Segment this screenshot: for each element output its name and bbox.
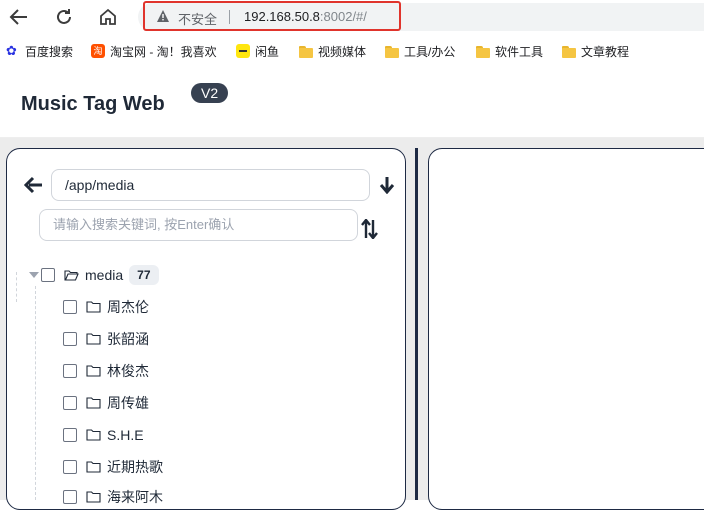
bookmark-baidu[interactable]: ✿ 百度搜索: [6, 42, 73, 60]
tree-label: 张韶涵: [107, 331, 149, 347]
bookmark-folder-tools[interactable]: 工具/办公: [385, 42, 455, 60]
folder-icon: [86, 333, 101, 345]
home-icon[interactable]: [96, 6, 120, 28]
url-host: 192.168.50.8: [244, 9, 320, 24]
browser-toolbar: 不安全 192.168.50.8:8002/#/: [0, 0, 704, 34]
taobao-icon: 淘: [91, 44, 105, 58]
tree-label: 林俊杰: [107, 363, 149, 379]
bookmark-label: 软件工具: [495, 44, 544, 59]
bookmark-label: 文章教程: [581, 44, 630, 59]
bookmark-label: 视频媒体: [318, 44, 367, 59]
folder-icon: [86, 397, 101, 409]
checkbox[interactable]: [63, 490, 77, 504]
folder-icon: [86, 365, 101, 377]
bookmark-folder-articles[interactable]: 文章教程: [562, 42, 629, 60]
bookmark-label: 闲鱼: [255, 44, 280, 59]
tree-row-child[interactable]: S.H.E: [63, 424, 144, 446]
checkbox[interactable]: [63, 364, 77, 378]
app-header: Music Tag Web V2: [0, 68, 704, 138]
back-arrow-icon[interactable]: [24, 176, 44, 194]
detail-panel: [428, 148, 704, 510]
tree-label: S.H.E: [107, 427, 144, 443]
app-title: Music Tag Web: [21, 93, 165, 115]
tree-label: media: [85, 267, 124, 283]
down-arrow-icon[interactable]: [378, 176, 396, 194]
baidu-icon: ✿: [6, 43, 17, 58]
security-label[interactable]: 不安全: [178, 9, 217, 28]
tree-label: 近期热歌: [107, 459, 163, 475]
checkbox[interactable]: [63, 460, 77, 474]
path-input[interactable]: /app/media: [51, 169, 370, 201]
bookmark-taobao[interactable]: 淘淘宝网 - 淘！我喜欢: [91, 42, 217, 60]
tree-row-child[interactable]: 周传雄: [63, 392, 149, 414]
checkbox[interactable]: [63, 300, 77, 314]
bookmark-label: 工具/办公: [404, 44, 456, 59]
folder-icon: [86, 429, 101, 441]
folder-icon: [86, 491, 101, 503]
tree-row-child[interactable]: 张韶涵: [63, 328, 149, 350]
tree-row-child[interactable]: 近期热歌: [63, 456, 163, 478]
sort-icon[interactable]: [361, 219, 379, 239]
bookmark-xianyu[interactable]: 闲鱼: [236, 42, 279, 60]
folder-icon: [562, 44, 576, 58]
checkbox[interactable]: [41, 268, 55, 282]
checkbox[interactable]: [63, 332, 77, 346]
bookmark-label: 百度搜索: [25, 44, 74, 59]
version-badge: V2: [191, 83, 229, 103]
reload-icon[interactable]: [52, 6, 76, 28]
folder-icon: [299, 44, 313, 58]
checkbox[interactable]: [63, 428, 77, 442]
tree-guide-root: [16, 272, 17, 302]
tree-row-root[interactable]: media 77: [41, 264, 159, 286]
warning-icon[interactable]: [156, 9, 170, 23]
panel-divider[interactable]: [415, 148, 418, 500]
checkbox[interactable]: [63, 396, 77, 410]
folder-open-icon: [64, 270, 79, 281]
url-path: :8002/#/: [319, 9, 367, 24]
tree-label: 海来阿木: [107, 489, 163, 505]
bookmark-folder-video[interactable]: 视频媒体: [299, 42, 366, 60]
tree-label: 周传雄: [107, 395, 149, 411]
count-badge: 77: [129, 265, 159, 285]
address-separator: [229, 10, 230, 24]
caret-down-icon[interactable]: [29, 272, 39, 278]
url-text[interactable]: 192.168.50.8:8002/#/: [244, 9, 367, 24]
tree-guide-children: [35, 286, 36, 500]
tree-row-child[interactable]: 周杰伦: [63, 296, 149, 318]
bookmarks-bar: ✿ 百度搜索 淘淘宝网 - 淘！我喜欢 闲鱼 视频媒体 工具/办公 软件工具 文章…: [0, 38, 704, 64]
xianyu-icon: [236, 44, 250, 58]
tree-row-child[interactable]: 海来阿木: [63, 486, 163, 508]
folder-icon: [86, 301, 101, 313]
folder-icon: [476, 44, 490, 58]
folder-icon: [86, 461, 101, 473]
search-input[interactable]: 请输入搜索关键词, 按Enter确认: [39, 209, 358, 241]
tree-row-child[interactable]: 林俊杰: [63, 360, 149, 382]
tree-label: 周杰伦: [107, 299, 149, 315]
bookmark-label: 淘宝网 - 淘！我喜欢: [110, 44, 217, 59]
bookmark-folder-software[interactable]: 软件工具: [476, 42, 543, 60]
folder-icon: [385, 44, 399, 58]
back-icon[interactable]: [7, 6, 31, 28]
